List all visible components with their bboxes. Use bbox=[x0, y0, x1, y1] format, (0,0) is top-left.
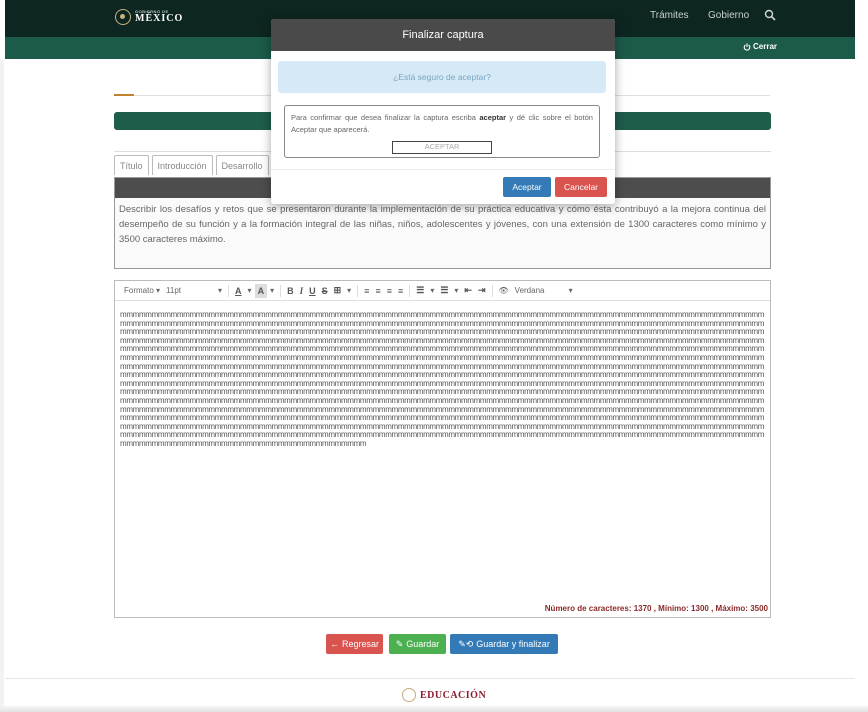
prompt-text: Describir los desafíos y retos que se pr… bbox=[119, 204, 766, 245]
align-left-icon[interactable]: ≡ bbox=[361, 284, 372, 298]
logout-button[interactable]: Cerrar bbox=[743, 42, 777, 51]
arrow-left-icon: ← bbox=[329, 639, 339, 649]
highlight-color-icon[interactable]: A bbox=[254, 283, 268, 298]
font-size-dropdown[interactable]: 11pt ▾ bbox=[163, 284, 225, 298]
confirm-keyword: aceptar bbox=[479, 113, 507, 122]
underline-icon[interactable]: U bbox=[306, 284, 319, 298]
back-button[interactable]: ← Regresar bbox=[326, 634, 383, 654]
title-accent bbox=[114, 94, 134, 96]
outdent-icon[interactable]: ⇤ bbox=[461, 284, 475, 298]
toolbar-separator bbox=[491, 284, 493, 297]
tab-titulo[interactable]: Título bbox=[114, 155, 149, 175]
dropdown-arrow-icon[interactable]: ▾ bbox=[267, 284, 277, 298]
nav-gobierno[interactable]: Gobierno bbox=[708, 10, 749, 21]
nav-tramites[interactable]: Trámites bbox=[650, 10, 689, 21]
finalize-modal: Finalizar captura ¿Está seguro de acepta… bbox=[271, 19, 615, 204]
indent-icon[interactable]: ⇥ bbox=[475, 284, 489, 298]
logout-label: Cerrar bbox=[753, 42, 778, 51]
toolbar-separator bbox=[357, 284, 359, 297]
tab-introduccion[interactable]: Introducción bbox=[151, 155, 213, 175]
confirm-input[interactable]: ACEPTAR bbox=[392, 141, 492, 154]
align-justify-icon[interactable]: ≡ bbox=[395, 284, 406, 298]
strikethrough-icon[interactable]: S bbox=[319, 284, 331, 298]
left-edge bbox=[0, 60, 4, 710]
toolbar-separator bbox=[228, 284, 230, 297]
power-icon bbox=[743, 42, 751, 51]
bottom-edge bbox=[0, 706, 868, 712]
save-finalize-icon: ✎⟲ bbox=[458, 638, 474, 649]
align-right-icon[interactable]: ≡ bbox=[384, 284, 395, 298]
format-dropdown[interactable]: Formato ▾ bbox=[121, 284, 163, 298]
table-icon[interactable]: ⊞ bbox=[331, 284, 345, 298]
save-label: Guardar bbox=[406, 639, 440, 649]
confirm-instructions: Para confirmar que desea finalizar la ca… bbox=[291, 112, 593, 136]
modal-title: Finalizar captura bbox=[271, 19, 615, 51]
modal-divider bbox=[271, 169, 615, 170]
save-and-finalize-button[interactable]: ✎⟲ Guardar y finalizar bbox=[450, 634, 558, 654]
editor-content[interactable]: mmmmmmmmmmmmmmmmmmmmmmmmmmmmmmmmmmmmmmmm… bbox=[115, 301, 770, 586]
tab-desarrollo[interactable]: Desarrollo bbox=[215, 155, 269, 175]
confirm-box: Para confirmar que desea finalizar la ca… bbox=[284, 105, 600, 158]
italic-icon[interactable]: I bbox=[297, 284, 307, 298]
toolbar-separator bbox=[280, 284, 282, 297]
numbered-list-icon[interactable]: ☰ bbox=[437, 284, 451, 298]
rich-text-editor: Formato ▾ 11pt ▾ A ▾ A ▾ B I U S ⊞ ▾ ≡ ≡… bbox=[114, 280, 771, 618]
preview-eye-icon[interactable]: 👁 bbox=[496, 284, 512, 298]
format-label: Formato bbox=[124, 286, 154, 295]
footer-divider bbox=[5, 678, 855, 679]
bold-icon[interactable]: B bbox=[284, 284, 297, 298]
cancel-button[interactable]: Cancelar bbox=[555, 177, 607, 197]
dropdown-arrow-icon[interactable]: ▾ bbox=[344, 284, 354, 298]
bullet-list-icon[interactable]: ☰ bbox=[413, 284, 427, 298]
footer-logo-text: EDUCACIÓN bbox=[420, 689, 487, 701]
toolbar-separator bbox=[409, 284, 411, 297]
font-size-label: 11pt bbox=[166, 286, 182, 295]
text-color-icon[interactable]: A bbox=[232, 284, 245, 298]
search-icon[interactable] bbox=[764, 9, 776, 21]
dropdown-arrow-icon[interactable]: ▾ bbox=[451, 284, 461, 298]
font-family-dropdown[interactable]: Verdana ▾ bbox=[512, 284, 576, 298]
confirm-alert: ¿Está seguro de aceptar? bbox=[278, 61, 606, 93]
dropdown-arrow-icon[interactable]: ▾ bbox=[427, 284, 437, 298]
seal-icon bbox=[115, 9, 131, 25]
back-label: Regresar bbox=[341, 639, 379, 649]
gobierno-logo[interactable]: GOBIERNO DE MÉXICO bbox=[115, 9, 183, 25]
confirm-text-before: Para confirmar que desea finalizar la ca… bbox=[291, 113, 476, 122]
font-family-label: Verdana bbox=[514, 286, 545, 295]
educacion-logo: EDUCACIÓN bbox=[402, 688, 486, 702]
save-button[interactable]: ✎ Guardar bbox=[389, 634, 446, 654]
editor-toolbar: Formato ▾ 11pt ▾ A ▾ A ▾ B I U S ⊞ ▾ ≡ ≡… bbox=[115, 281, 770, 301]
accept-button[interactable]: Aceptar bbox=[503, 177, 551, 197]
save-icon: ✎ bbox=[395, 638, 404, 649]
align-center-icon[interactable]: ≡ bbox=[372, 284, 383, 298]
character-counter: Número de caracteres: 1370 , Mínimo: 130… bbox=[544, 604, 768, 613]
dropdown-arrow-icon[interactable]: ▾ bbox=[245, 284, 255, 298]
seal-icon bbox=[402, 688, 416, 702]
logo-big-text: MÉXICO bbox=[135, 13, 184, 24]
finalize-label: Guardar y finalizar bbox=[476, 639, 550, 649]
